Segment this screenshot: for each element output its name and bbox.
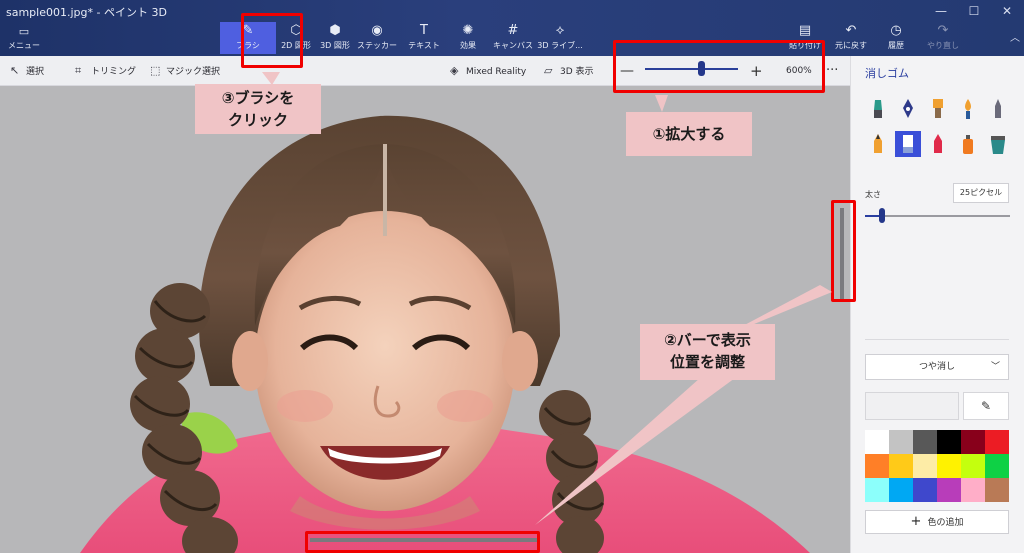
step1-callout: ①拡大する	[626, 112, 752, 156]
step3-callout: ③ブラシを クリック	[195, 84, 321, 134]
step1-pointer	[655, 95, 668, 112]
step2-pointer-lower	[535, 378, 735, 525]
step2-callout: ②バーで表示 位置を調整	[640, 324, 775, 380]
callout-pointers	[262, 72, 832, 525]
